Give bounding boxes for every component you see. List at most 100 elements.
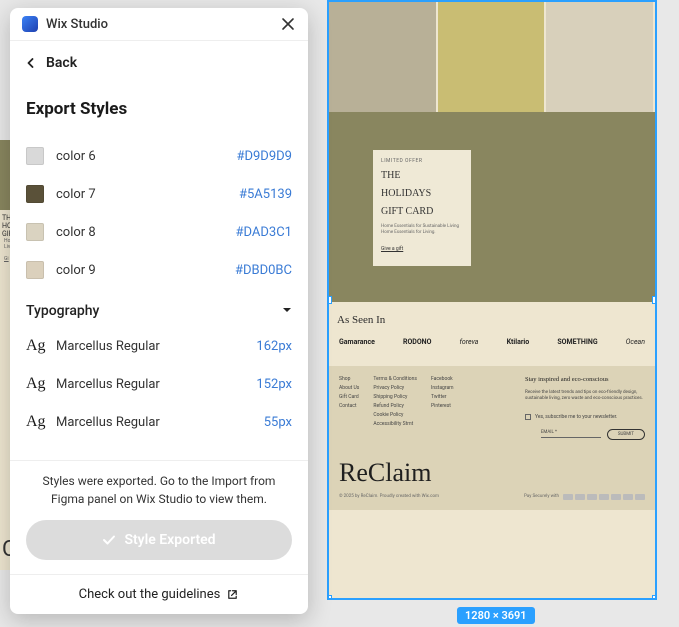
brand-logo: foreva [460, 338, 479, 346]
back-button[interactable]: Back [10, 41, 308, 85]
footer-link: About Us [339, 385, 359, 391]
footer-logo: ReClaim [339, 458, 645, 488]
color-style-row[interactable]: color 6 #D9D9D9 [26, 137, 292, 175]
color-name: color 6 [56, 149, 236, 164]
panel-body: Export Styles color 6 #D9D9D9 color 7 #5… [10, 85, 308, 460]
resize-handle[interactable] [327, 296, 332, 304]
color-name: color 8 [56, 225, 236, 240]
selected-frame[interactable]: LIMITED OFFER THE HOLIDAYS GIFT CARD Hom… [327, 0, 657, 600]
resize-handle[interactable] [327, 595, 332, 600]
chevron-down-icon [282, 305, 292, 315]
footer-link: Refund Policy [373, 403, 417, 409]
footer-col: Terms & Conditions Privacy Policy Shippi… [373, 376, 417, 440]
dimensions-badge: 1280 × 3691 [457, 607, 535, 624]
brands-section: As Seen In Gamarance RODONO foreva Ktila… [329, 302, 655, 366]
font-sample: Ag [26, 375, 56, 393]
color-style-row[interactable]: color 7 #5A5139 [26, 175, 292, 213]
font-name: Marcellus Regular [56, 415, 264, 430]
footer-link: Pinterest [431, 403, 454, 409]
font-size: 55px [264, 415, 292, 430]
footer-link: Accessibility Stmt [373, 421, 417, 427]
promo-link: Give a gift [381, 246, 403, 252]
external-link-icon [226, 588, 239, 601]
resize-handle[interactable] [652, 296, 657, 304]
brand-logo: SOMETHING [557, 338, 597, 346]
color-name: color 7 [56, 187, 239, 202]
panel-header: Wix Studio [10, 8, 308, 41]
brand-logo: RODONO [403, 338, 431, 346]
color-style-row[interactable]: color 9 #DBD0BC [26, 251, 292, 289]
color-name: color 9 [56, 263, 235, 278]
color-hex: #DAD3C1 [236, 225, 293, 240]
checkbox-icon [525, 414, 531, 420]
brand-logo: Ktilario [507, 338, 530, 346]
brand-logo: Ocean [626, 338, 645, 346]
promo-title-line: HOLIDAYS [381, 188, 463, 200]
export-message: Styles were exported. Go to the Import f… [26, 473, 292, 508]
promo-card: LIMITED OFFER THE HOLIDAYS GIFT CARD Hom… [373, 150, 471, 266]
resize-handle[interactable] [652, 595, 657, 600]
footer-link: Cookie Policy [373, 412, 417, 418]
checkbox-label: Yes, subscribe me to your newsletter. [535, 414, 617, 420]
font-name: Marcellus Regular [56, 339, 256, 354]
guidelines-label: Check out the guidelines [79, 587, 221, 602]
typography-label: Typography [26, 303, 99, 319]
color-style-row[interactable]: color 8 #DAD3C1 [26, 213, 292, 251]
color-swatch [26, 185, 44, 203]
typography-section-toggle[interactable]: Typography [26, 289, 292, 327]
close-button[interactable] [280, 16, 296, 32]
typography-style-row[interactable]: Ag Marcellus Regular 162px [26, 327, 292, 365]
color-swatch [26, 147, 44, 165]
brands-heading: As Seen In [337, 314, 647, 326]
footer-link: Instagram [431, 385, 454, 391]
color-swatch [26, 261, 44, 279]
app-name: Wix Studio [46, 17, 280, 32]
color-swatch [26, 223, 44, 241]
back-label: Back [46, 55, 77, 71]
font-sample: Ag [26, 413, 56, 431]
hero-section: LIMITED OFFER THE HOLIDAYS GIFT CARD Hom… [329, 112, 655, 302]
promo-title-line: GIFT CARD [381, 206, 463, 218]
brand-logo: Gamarance [339, 338, 375, 346]
copyright-text: © 2025 by ReClaim. Proudly created with … [339, 494, 439, 499]
footer-col: Shop About Us Gift Card Contact [339, 376, 359, 440]
hero-image-grid [329, 2, 655, 112]
color-hex: #DBD0BC [235, 263, 292, 278]
font-size: 152px [256, 377, 292, 392]
font-name: Marcellus Regular [56, 377, 256, 392]
payment-icons [563, 494, 645, 500]
typography-style-row[interactable]: Ag Marcellus Regular 55px [26, 403, 292, 441]
check-icon [102, 533, 116, 547]
footer-link: Facebook [431, 376, 454, 382]
panel-title: Export Styles [26, 99, 292, 119]
guidelines-link[interactable]: Check out the guidelines [10, 574, 308, 614]
footer-newsletter: Stay inspired and eco-conscious Receive … [525, 376, 645, 440]
submit-button: SUBMIT [607, 429, 645, 440]
footer-link: Privacy Policy [373, 385, 417, 391]
font-size: 162px [256, 339, 292, 354]
pay-label: Pay Securely with [524, 494, 559, 499]
footer-link: Twitter [431, 394, 454, 400]
footer-link: Gift Card [339, 394, 359, 400]
chevron-left-icon [26, 58, 36, 68]
promo-eyebrow: LIMITED OFFER [381, 158, 463, 164]
footer-link: Shipping Policy [373, 394, 417, 400]
footer-section: Shop About Us Gift Card Contact Terms & … [329, 366, 655, 510]
footer-col: Facebook Instagram Twitter Pinterest [431, 376, 454, 440]
style-exported-button[interactable]: Style Exported [26, 520, 292, 560]
footer-link: Terms & Conditions [373, 376, 417, 382]
export-styles-panel: Wix Studio Back Export Styles color 6 #D… [10, 8, 308, 614]
color-hex: #D9D9D9 [236, 149, 292, 164]
close-icon [281, 17, 295, 31]
newsletter-heading: Stay inspired and eco-conscious [525, 376, 645, 383]
app-icon [22, 16, 38, 32]
typography-style-row[interactable]: Ag Marcellus Regular 152px [26, 365, 292, 403]
email-field: EMAIL * [541, 430, 601, 438]
promo-title-line: THE [381, 170, 463, 182]
promo-subtitle: Home Essentials for Sustainable Living H… [381, 224, 463, 236]
color-hex: #5A5139 [239, 187, 292, 202]
footer-link: Shop [339, 376, 359, 382]
exported-button-label: Style Exported [124, 532, 215, 548]
newsletter-para: Receive the latest trends and tips on ec… [525, 390, 645, 403]
panel-footer: Styles were exported. Go to the Import f… [10, 460, 308, 574]
